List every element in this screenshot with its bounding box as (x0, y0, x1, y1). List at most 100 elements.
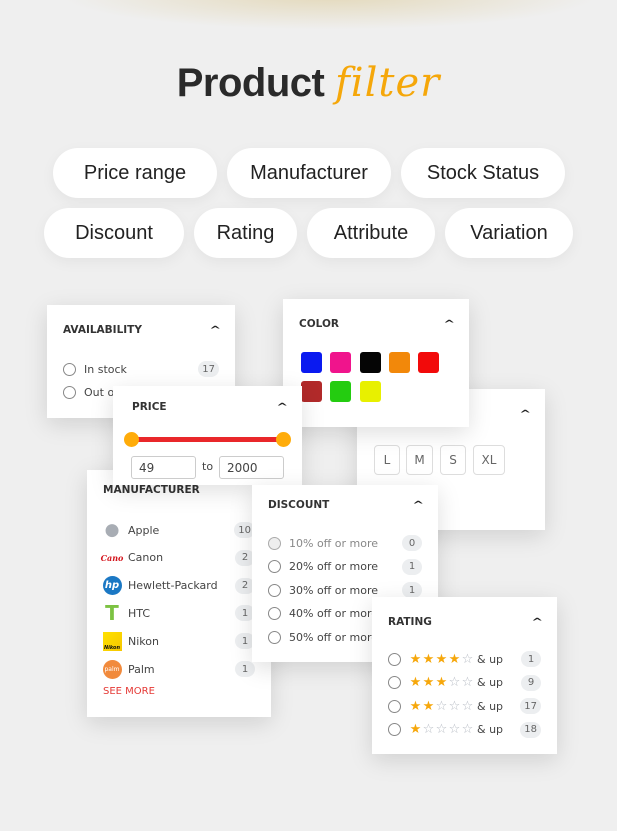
radio-button[interactable] (388, 652, 401, 666)
brand-label: Apple (128, 523, 160, 537)
price-header[interactable]: PRICE ^ (132, 386, 288, 428)
color-title: COLOR (299, 318, 339, 330)
star-empty-icon: ☆ (461, 722, 474, 737)
radio-button[interactable] (268, 560, 281, 573)
page-title-bold: Product (176, 61, 325, 105)
rating-panel: RATING ^ ★ ★ ★ ★ ☆ & up 1 ★ ★ ★ ☆ ☆ & up 9 ★ ★ ☆ ☆ ☆ & up 17… (372, 597, 557, 754)
rating-suffix: & up (477, 652, 504, 666)
color-swatch[interactable] (301, 381, 322, 402)
brand-label: HTC (128, 606, 151, 620)
star-empty-icon: ☆ (435, 722, 448, 737)
page-title: Product filter (0, 60, 617, 106)
radio-button[interactable] (268, 536, 281, 550)
discount-option[interactable]: 20% off or more 1 (268, 557, 422, 577)
apple-logo-icon: ● (104, 519, 120, 540)
brand-item[interactable]: Cano Canon 2 (101, 548, 255, 568)
radio-button[interactable] (268, 607, 281, 620)
option-label: 30% off or more (289, 583, 378, 597)
color-swatch[interactable] (330, 381, 352, 402)
rating-option[interactable]: ★ ★ ★ ★ ☆ & up 1 (388, 649, 541, 669)
price-min-handle[interactable] (124, 432, 139, 447)
radio-button[interactable] (388, 699, 401, 713)
option-count: 9 (521, 674, 541, 691)
chevron-up-icon[interactable]: ^ (209, 325, 221, 336)
star-empty-icon: ☆ (435, 698, 448, 714)
price-panel: PRICE ^ 49 to 2000 (113, 386, 302, 485)
feature-pill-price-range: Price range (53, 148, 217, 198)
color-swatch[interactable] (301, 352, 322, 373)
star-filled-icon: ★ (435, 675, 448, 690)
brand-item[interactable]: Nikon Nikon 1 (102, 631, 255, 651)
chevron-up-icon[interactable]: ^ (531, 617, 543, 628)
chevron-up-icon[interactable]: ^ (412, 500, 424, 511)
brand-label: Hewlett-Packard (128, 579, 218, 593)
radio-button[interactable] (388, 676, 401, 689)
color-swatch[interactable] (359, 381, 381, 402)
discount-title: DISCOUNT (268, 499, 330, 511)
rating-suffix: & up (477, 723, 504, 736)
price-min-input[interactable]: 49 (131, 456, 196, 479)
price-range-fill (132, 437, 283, 442)
price-max-input[interactable]: 2000 (219, 456, 284, 479)
manufacturer-panel: MANUFACTURER ● Apple 10 Cano Canon 2 hp Hewlett… (87, 470, 271, 717)
price-title: PRICE (132, 401, 167, 413)
discount-option[interactable]: 10% off or more 0 (268, 533, 422, 553)
price-to-label: to (202, 460, 214, 473)
radio-button[interactable] (268, 630, 281, 644)
star-filled-icon: ★ (409, 675, 422, 690)
rating-title: RATING (388, 616, 432, 628)
chevron-up-icon[interactable]: ^ (443, 319, 455, 330)
option-count: 17 (198, 361, 219, 377)
availability-header[interactable]: AVAILABILITY ^ (63, 305, 221, 355)
color-swatch[interactable] (418, 352, 440, 373)
see-more-link[interactable]: SEE MORE (103, 686, 155, 697)
rating-header[interactable]: RATING ^ (388, 597, 543, 647)
option-label: In stock (84, 362, 127, 376)
star-empty-icon: ☆ (448, 698, 461, 714)
rating-option[interactable]: ★ ★ ☆ ☆ ☆ & up 17 (388, 696, 541, 716)
nikon-logo-icon: Nikon (102, 631, 122, 651)
brand-item[interactable]: ● Apple 10 (102, 520, 255, 540)
star-rating: ★ ☆ ☆ ☆ ☆ (409, 723, 474, 736)
brand-item[interactable]: palm Palm 1 (102, 659, 255, 679)
option-label: 40% off or more (289, 607, 378, 620)
radio-button[interactable] (388, 723, 401, 736)
option-count: 1 (402, 558, 422, 575)
star-empty-icon: ☆ (448, 675, 461, 690)
color-swatch[interactable] (330, 352, 352, 373)
chevron-up-icon[interactable]: ^ (519, 409, 531, 420)
top-glow-decoration (60, 0, 600, 30)
size-option-s[interactable]: S (440, 445, 466, 475)
star-filled-icon: ★ (409, 651, 422, 667)
radio-button[interactable] (268, 583, 281, 597)
discount-header[interactable]: DISCOUNT ^ (268, 485, 424, 525)
brand-item[interactable]: T HTC 1 (102, 603, 255, 623)
color-swatch[interactable] (388, 352, 410, 373)
palm-logo-icon: palm (102, 659, 122, 679)
availability-option[interactable]: In stock 17 (63, 359, 219, 379)
size-option-l[interactable]: L (374, 445, 400, 475)
color-panel: COLOR ^ (283, 299, 469, 427)
feature-pill-attribute: Attribute (307, 208, 435, 258)
htc-logo-icon: T (105, 601, 119, 626)
option-label: 10% off or more (289, 536, 378, 550)
size-option-m[interactable]: M (406, 445, 433, 475)
rating-option[interactable]: ★ ☆ ☆ ☆ ☆ & up 18 (388, 720, 541, 740)
color-header[interactable]: COLOR ^ (299, 299, 455, 349)
star-filled-icon: ★ (435, 651, 448, 667)
star-empty-icon: ☆ (461, 675, 474, 690)
color-swatch[interactable] (359, 352, 381, 373)
star-rating: ★ ★ ★ ☆ ☆ (409, 676, 474, 689)
manufacturer-title: MANUFACTURER (103, 484, 200, 496)
availability-title: AVAILABILITY (63, 324, 142, 336)
star-filled-icon: ★ (409, 722, 422, 737)
option-count: 18 (520, 721, 541, 738)
radio-button[interactable] (63, 362, 76, 376)
rating-option[interactable]: ★ ★ ★ ☆ ☆ & up 9 (388, 673, 541, 693)
size-option-xl[interactable]: XL (473, 445, 505, 475)
price-max-handle[interactable] (276, 432, 291, 447)
chevron-up-icon[interactable]: ^ (276, 402, 288, 413)
option-count: 0 (402, 535, 422, 551)
radio-button[interactable] (63, 385, 76, 399)
brand-item[interactable]: hp Hewlett-Packard 2 (102, 576, 255, 596)
